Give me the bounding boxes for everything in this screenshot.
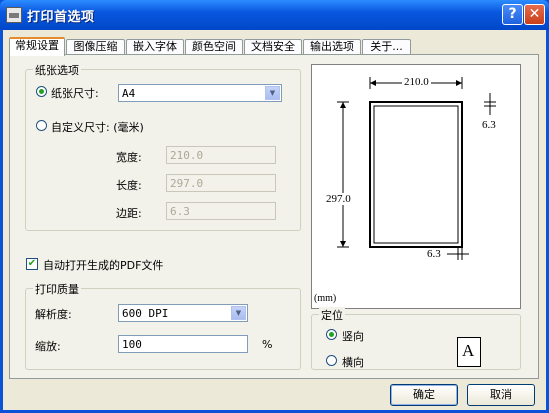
cancel-button[interactable]: 取消 bbox=[467, 384, 535, 406]
general-panel: 纸张选项 纸张尺寸: A4 ▼ 自定义尺寸: (毫米) 宽度: 210.0 长度… bbox=[9, 54, 539, 379]
height-dimension-label: 297.0 bbox=[326, 193, 351, 205]
custom-size-label: 自定义尺寸: (毫米) bbox=[51, 121, 144, 134]
orientation-label: 定位 bbox=[319, 307, 345, 323]
auto-open-label: 自动打开生成的PDF文件 bbox=[43, 259, 164, 272]
paper-size-label: 纸张尺寸: bbox=[51, 87, 99, 100]
tab-general[interactable]: 常规设置 bbox=[9, 37, 65, 56]
landscape-radio[interactable] bbox=[326, 355, 337, 366]
chevron-down-icon[interactable]: ▼ bbox=[231, 306, 246, 320]
width-dimension-label: 210.0 bbox=[402, 76, 431, 88]
scale-unit: % bbox=[262, 338, 273, 351]
paper-size-value: A4 bbox=[122, 87, 136, 100]
paper-size-select[interactable]: A4 ▼ bbox=[118, 84, 282, 102]
paper-size-radio[interactable] bbox=[36, 86, 47, 97]
orientation-icon-letter: A bbox=[462, 341, 475, 360]
width-field[interactable]: 210.0 bbox=[166, 146, 276, 164]
landscape-label: 横向 bbox=[342, 356, 364, 369]
portrait-label: 竖向 bbox=[342, 330, 364, 343]
margin-label: 边距: bbox=[116, 207, 142, 220]
width-label: 宽度: bbox=[116, 151, 142, 164]
tab-about[interactable]: 关于... bbox=[362, 39, 411, 55]
portrait-radio[interactable] bbox=[326, 329, 337, 340]
page-outline bbox=[369, 101, 463, 248]
tab-output-options[interactable]: 输出选项 bbox=[303, 39, 361, 55]
window-title: 打印首选项 bbox=[27, 10, 95, 25]
paper-preview: 210.0 297.0 6.3 6.3 (mm) bbox=[311, 64, 521, 309]
print-quality-label: 打印质量 bbox=[33, 281, 81, 297]
scale-field[interactable]: 100 bbox=[118, 335, 248, 353]
tab-image-compression[interactable]: 图像压缩 bbox=[66, 39, 125, 55]
scale-label: 缩放: bbox=[35, 340, 61, 353]
top-margin-label: 6.3 bbox=[482, 119, 496, 131]
paper-preview-diagram bbox=[337, 77, 496, 260]
dialog-client: 常规设置 图像压缩 嵌入字体 颜色空间 文档安全 输出选项 关于... 纸张选项… bbox=[3, 30, 546, 410]
unit-label: (mm) bbox=[314, 293, 337, 304]
height-field[interactable]: 297.0 bbox=[166, 174, 276, 192]
paper-options-label: 纸张选项 bbox=[33, 62, 81, 78]
tab-embed-fonts[interactable]: 嵌入字体 bbox=[126, 39, 184, 55]
close-button[interactable]: ✕ bbox=[524, 4, 545, 25]
chevron-down-icon[interactable]: ▼ bbox=[265, 86, 280, 100]
resolution-label: 解析度: bbox=[35, 308, 72, 321]
bottom-margin-label: 6.3 bbox=[427, 248, 441, 260]
print-quality-group: 打印质量 解析度: 600 DPI ▼ 缩放: 100 % bbox=[25, 281, 301, 370]
printer-icon bbox=[6, 7, 22, 23]
auto-open-checkbox[interactable]: ✔ bbox=[26, 258, 38, 270]
resolution-select[interactable]: 600 DPI ▼ bbox=[118, 304, 248, 322]
orientation-group: 定位 竖向 横向 A bbox=[311, 307, 521, 370]
help-button[interactable]: ? bbox=[502, 4, 523, 25]
custom-size-radio[interactable] bbox=[36, 120, 47, 131]
dialog-window: 打印首选项 ? ✕ 常规设置 图像压缩 嵌入字体 颜色空间 文档安全 输出选项 … bbox=[0, 0, 549, 413]
resolution-value: 600 DPI bbox=[122, 307, 169, 320]
height-label: 长度: bbox=[116, 179, 142, 192]
margin-field[interactable]: 6.3 bbox=[166, 202, 276, 220]
paper-options-group: 纸张选项 纸张尺寸: A4 ▼ 自定义尺寸: (毫米) 宽度: 210.0 长度… bbox=[25, 62, 301, 231]
title-bar[interactable]: 打印首选项 ? ✕ bbox=[0, 0, 549, 30]
portrait-page-icon: A bbox=[457, 337, 481, 367]
tab-color-space[interactable]: 颜色空间 bbox=[185, 39, 243, 55]
ok-button[interactable]: 确定 bbox=[390, 384, 458, 406]
tab-document-security[interactable]: 文档安全 bbox=[244, 39, 302, 55]
